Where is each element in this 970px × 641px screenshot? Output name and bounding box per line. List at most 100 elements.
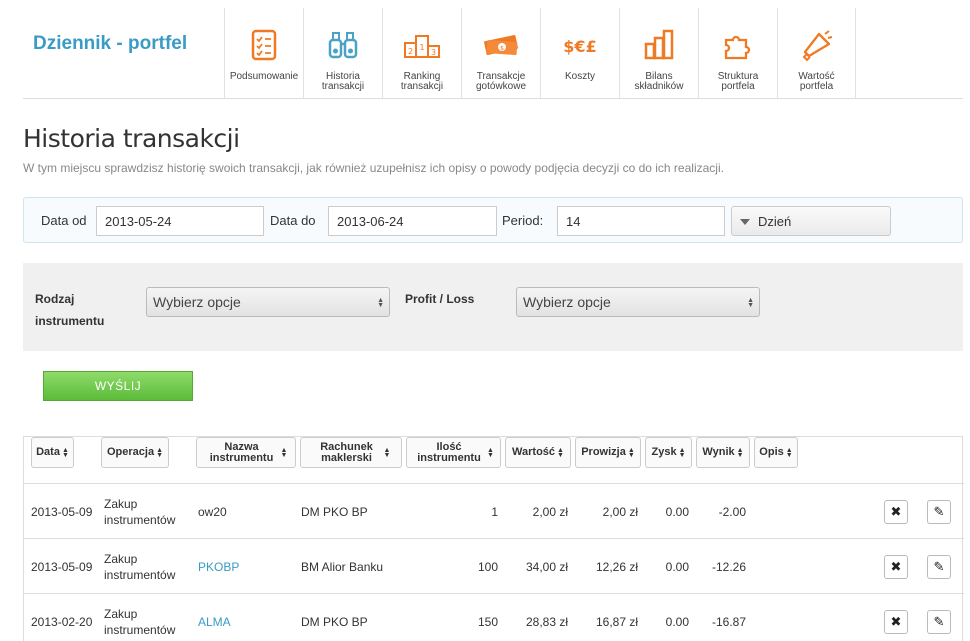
podium-icon: 2 1 3 [404,35,440,58]
cell-date: 2013-05-09 [31,559,93,574]
nav-item-value[interactable]: Wartość portfela [777,8,856,98]
cell-operation: Zakup instrumentów [104,606,176,637]
cell-value: 34,00 zł [525,559,568,574]
edit-icon: ✎ [933,614,945,629]
nav-label: Historia transakcji [321,71,365,92]
instrument-type-select[interactable]: Wybierz opcje ▲ ▼ [146,287,390,317]
transactions-table: Data ▲ ▼ Operacja ▲ ▼ Nazwa instrumentu ▲ ▼ Ra… [23,436,964,641]
page-title: Historia transakcji [23,124,240,153]
cell-result: -12.26 [711,559,746,574]
nav-item-summary[interactable]: Podsumowanie [224,8,303,98]
app-header: Dziennik - portfel Podsumowanie Historia… [23,8,963,99]
sort-arrows-icon: ▲ ▼ [377,297,384,309]
delete-button[interactable]: ✖ [884,500,908,524]
cell-broker-account: DM PKO BP [301,614,368,629]
chevron-down-icon [740,219,750,225]
svg-text:2: 2 [408,47,413,56]
cell-commission: 12,26 zł [595,559,638,574]
nav-item-balance[interactable]: Bilans składników [619,8,698,98]
sort-icon: ▲ ▼ [627,446,635,459]
cell-instrument-link[interactable]: PKOBP [198,539,239,594]
edit-icon: ✎ [933,504,945,519]
sort-icon: ▲ ▼ [61,446,69,459]
nav-label: Transakcje gotówkowe [475,71,527,92]
brand-title[interactable]: Dziennik - portfel [33,33,187,55]
nav-item-structure[interactable]: Struktura portfela [698,8,777,98]
sort-icon: ▲ ▼ [736,446,744,459]
date-to-label: Data do [270,213,316,228]
nav-label: Struktura portfela [717,71,759,92]
table-row: 2013-05-09 Zakup instrumentów ow20 DM PK… [24,484,964,539]
filter-panel: Rodzaj instrumentu Wybierz opcje ▲ ▼ Prof… [23,263,963,351]
nav-label: Wartość portfela [798,71,835,92]
sort-icon: ▲ ▼ [487,446,494,459]
cell-commission: 16,87 zł [595,614,638,629]
cash-icon: $ [484,35,518,56]
column-header-operation[interactable]: Operacja ▲ ▼ [101,437,169,468]
edit-button[interactable]: ✎ [927,500,951,524]
nav-item-ranking[interactable]: 2 1 3 Ranking transakcji [382,8,461,98]
edit-button[interactable]: ✎ [927,610,951,634]
svg-text:1: 1 [419,43,424,52]
close-icon: ✖ [890,614,902,629]
column-header-result[interactable]: Wynik ▲ ▼ [696,437,750,468]
column-header-quantity[interactable]: Ilość instrumentu ▲ ▼ [406,437,501,468]
close-icon: ✖ [890,504,902,519]
nav-item-cash[interactable]: $ Transakcje gotówkowe [461,8,540,98]
nav-label: Koszty [564,71,595,82]
table-header: Data ▲ ▼ Operacja ▲ ▼ Nazwa instrumentu ▲ ▼ Ra… [24,437,964,484]
table-row: 2013-05-09 Zakup instrumentów PKOBP BM A… [24,539,964,594]
nav-item-history[interactable]: Historia transakcji [303,8,382,98]
cell-date: 2013-05-09 [31,504,93,519]
delete-button[interactable]: ✖ [884,555,908,579]
nav-label: Ranking transakcji [400,71,444,92]
cell-value: 28,83 zł [525,614,568,629]
cell-operation: Zakup instrumentów [104,551,176,582]
date-from-input[interactable]: 2013-05-24 [96,206,264,236]
binoculars-icon [328,32,358,59]
column-header-date[interactable]: Data ▲ ▼ [31,437,74,468]
bar-chart-icon [644,29,674,60]
column-header-commission[interactable]: Prowizja ▲ ▼ [575,437,641,468]
profit-loss-label: Profit / Loss [405,292,475,306]
column-header-instrument-name[interactable]: Nazwa instrumentu ▲ ▼ [196,437,296,468]
cell-profit: 0.00 [665,559,689,574]
period-input[interactable]: 14 [557,206,725,236]
period-label: Period: [502,213,544,228]
profit-loss-value: Wybierz opcje [523,294,611,310]
column-header-value[interactable]: Wartość ▲ ▼ [505,437,571,468]
edit-icon: ✎ [933,559,945,574]
table-row: 2013-02-20 Zakup instrumentów ALMA DM PK… [24,594,964,641]
date-to-input[interactable]: 2013-06-24 [328,206,497,236]
currency-icon: $€£ [563,37,596,56]
cell-operation: Zakup instrumentów [104,496,176,527]
instrument-type-value: Wybierz opcje [153,294,241,310]
cell-commission: 2,00 zł [602,504,638,519]
svg-text:3: 3 [431,48,436,57]
profit-loss-select[interactable]: Wybierz opcje ▲ ▼ [516,287,760,317]
cell-value: 2,00 zł [532,504,568,519]
sort-icon: ▲ ▼ [557,446,564,459]
sort-arrows-icon: ▲ ▼ [747,297,754,309]
megaphone-icon [802,30,832,62]
column-header-profit[interactable]: Zysk ▲ ▼ [645,437,692,468]
nav-item-costs[interactable]: $€£ Koszty [540,8,619,98]
cell-result: -2.00 [718,504,746,519]
submit-button[interactable]: WYŚLIJ [43,371,193,401]
edit-button[interactable]: ✎ [927,555,951,579]
cell-instrument-link[interactable]: ALMA [198,594,231,641]
cell-instrument-name: ow20 [198,504,227,519]
period-unit-select[interactable]: Dzień [731,206,891,236]
cell-quantity: 150 [477,614,498,629]
checklist-icon [251,29,277,61]
delete-button[interactable]: ✖ [884,610,908,634]
cell-date: 2013-02-20 [31,614,93,629]
main-nav: Podsumowanie Historia transakcji 2 1 3 R… [224,8,856,99]
period-unit-value: Dzień [758,214,792,229]
column-header-broker-account[interactable]: Rachunek maklerski ▲ ▼ [300,437,402,468]
puzzle-icon [724,35,751,60]
cell-result: -16.87 [711,614,746,629]
sort-icon: ▲ ▼ [785,446,793,459]
date-from-label: Data od [41,213,87,228]
column-header-description[interactable]: Opis ▲ ▼ [754,437,798,468]
